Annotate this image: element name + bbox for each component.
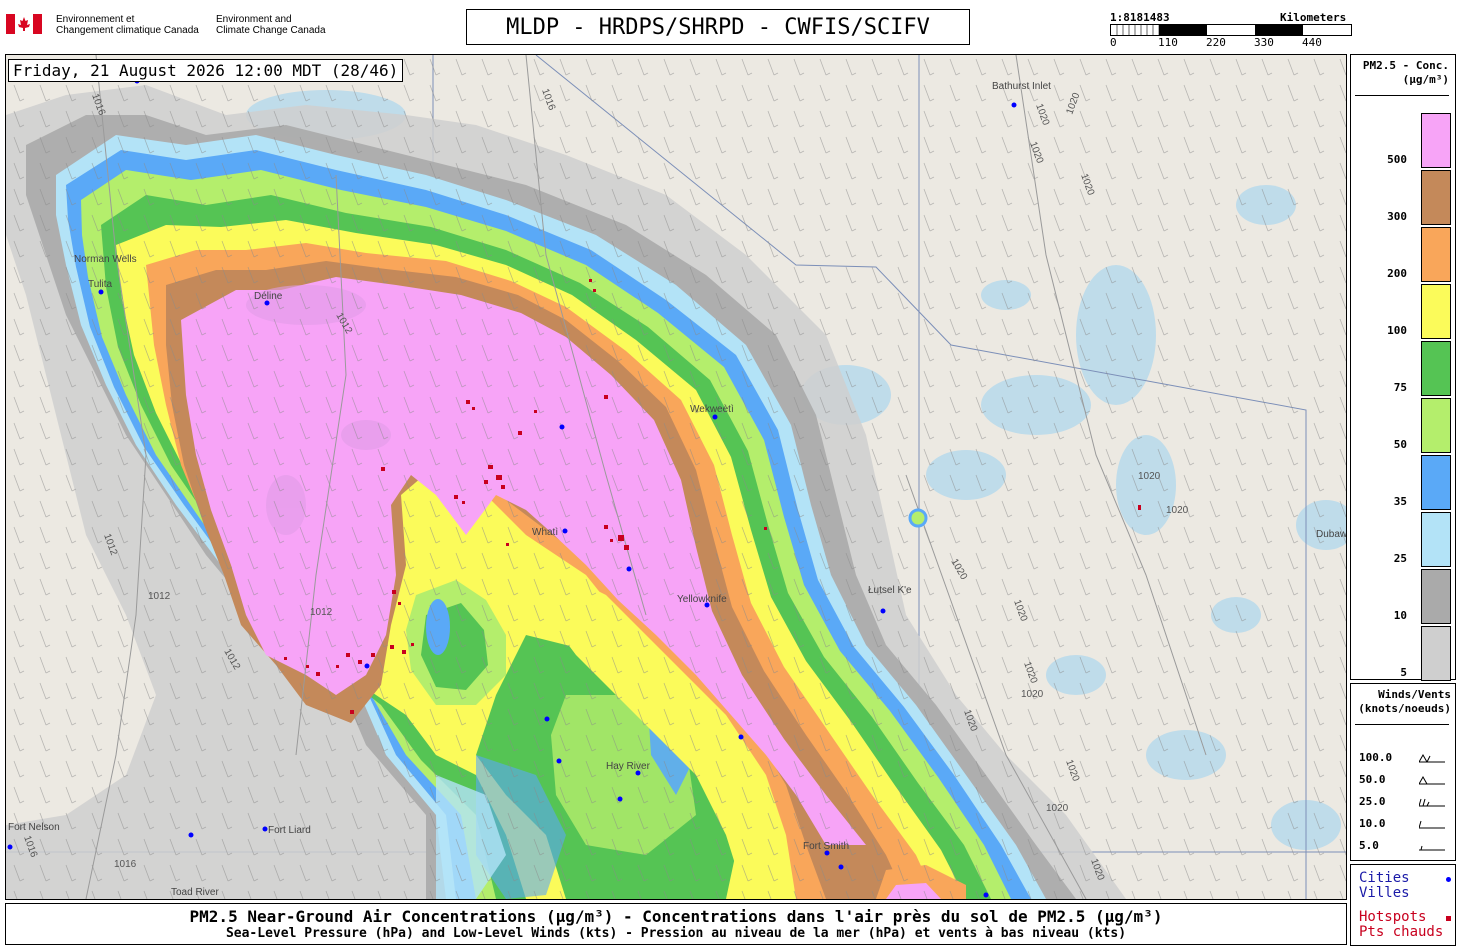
scale-ratio: 1:8181483	[1110, 11, 1170, 24]
legend-conc-title: PM2.5 - Conc. (µg/m³)	[1351, 59, 1449, 87]
wind-barb-icon	[1419, 820, 1445, 829]
scale-tick-330: 330	[1254, 36, 1274, 49]
legend-threshold-label: 10	[1393, 609, 1407, 622]
legend-color-swatch	[1421, 113, 1451, 168]
isobar-label: 1020	[1021, 689, 1044, 700]
legend-color-swatch	[1421, 569, 1451, 624]
legend-color-swatch	[1421, 512, 1451, 567]
org-fr-line2: Changement climatique Canada	[56, 25, 199, 36]
legend-threshold-label: 35	[1393, 495, 1407, 508]
wind-speed-label: 50.0	[1359, 773, 1386, 786]
place-label: Yellowknife	[677, 594, 727, 605]
legend-conc-title-line1: PM2.5 - Conc.	[1362, 59, 1449, 72]
wind-barb-icon	[1419, 798, 1445, 807]
legend-conc-title-line2: (µg/m³)	[1402, 73, 1449, 86]
legend-color-swatch	[1421, 284, 1451, 339]
isobar-label: 1020	[1046, 803, 1069, 814]
map-canvas[interactable]: 1016 1016 1016 1016 1012 1012 1012 1012 …	[6, 55, 1346, 899]
scale-tick-0: 0	[1110, 36, 1117, 49]
legend-color-swatch	[1421, 227, 1451, 282]
scale-bar	[1110, 24, 1352, 36]
isobar-label: 1012	[310, 607, 333, 618]
isobar-label: 1020	[1138, 471, 1161, 482]
cities-label-line2: Villes	[1359, 885, 1410, 901]
plume-ring	[908, 508, 928, 528]
place-label: Dubawnt Lake	[1316, 529, 1346, 540]
legend-threshold-label: 200	[1387, 267, 1407, 280]
legend-symbols: Cities Villes Hotspots Pts chauds	[1350, 864, 1456, 946]
legend-divider	[1355, 95, 1449, 96]
place-label: Norman Wells	[74, 254, 137, 265]
place-label: Łutsel K'e	[868, 585, 912, 596]
place-label: Déline	[254, 291, 283, 302]
forecast-datetime: Friday, 21 August 2026 12:00 MDT (28/46)	[8, 59, 404, 82]
legend-threshold-label: 500	[1387, 153, 1407, 166]
isobar-label: 1020	[1166, 505, 1189, 516]
wind-barb-icon	[1419, 754, 1445, 763]
canada-flag-logo	[6, 14, 42, 34]
legend-color-swatch	[1421, 398, 1451, 453]
map-panel[interactable]: 1016 1016 1016 1016 1012 1012 1012 1012 …	[5, 54, 1347, 900]
legend-threshold-label: 100	[1387, 324, 1407, 337]
place-label: Wekweètì	[690, 404, 734, 415]
hotspots-label: Hotspots Pts chauds	[1359, 910, 1443, 940]
place-label: Toad River	[171, 887, 219, 898]
main-title: MLDP - HRDPS/SHRPD - CWFIS/SCIFV	[466, 9, 970, 45]
legend-threshold-label: 50	[1393, 438, 1407, 451]
org-name-french: Environnement et Changement climatique C…	[56, 14, 199, 36]
wind-speed-label: 25.0	[1359, 795, 1386, 808]
scale-unit: Kilometers	[1280, 11, 1347, 24]
scale-tick-440: 440	[1302, 36, 1322, 49]
legend-color-swatch	[1421, 626, 1451, 681]
org-fr-line1: Environnement et	[56, 14, 135, 25]
wind-speed-label: 100.0	[1359, 751, 1393, 764]
legend-winds-title: Winds/Vents (knots/noeuds)	[1351, 688, 1451, 716]
isobar-label: 1016	[114, 859, 137, 870]
legend-winds-title-line1: Winds/Vents	[1378, 688, 1451, 701]
place-label: Fort Liard	[268, 825, 311, 836]
hotspots-label-line2: Pts chauds	[1359, 924, 1444, 940]
place-label: Fort Nelson	[8, 822, 60, 833]
legend-threshold-label: 300	[1387, 210, 1407, 223]
wind-speed-label: 10.0	[1359, 817, 1386, 830]
place-label: Bathurst Inlet	[992, 81, 1051, 92]
legend-threshold-label: 25	[1393, 552, 1407, 565]
hotspot-square-icon	[1446, 916, 1451, 921]
wind-speed-label: 5.0	[1359, 839, 1379, 852]
hotspots-label-line1: Hotspots	[1359, 909, 1427, 925]
wind-barb-icon	[1419, 776, 1445, 785]
caption-subtitle: Sea-Level Pressure (hPa) and Low-Level W…	[225, 926, 1127, 941]
org-en-line1: Environment and	[216, 14, 292, 25]
place-label: Fort Smith	[803, 841, 849, 852]
cities-label: Cities Villes	[1359, 871, 1410, 901]
place-label: Tulita	[88, 279, 113, 290]
legend-divider	[1355, 724, 1449, 725]
scale-tick-110: 110	[1158, 36, 1178, 49]
cities-label-line1: Cities	[1359, 870, 1410, 886]
legend-winds-title-line2: (knots/noeuds)	[1358, 702, 1451, 715]
caption-box: PM2.5 Near-Ground Air Concentrations (µg…	[5, 903, 1347, 945]
legend-threshold-label: 5	[1400, 666, 1407, 679]
legend-color-swatch	[1421, 170, 1451, 225]
legend-color-swatch	[1421, 341, 1451, 396]
org-en-line2: Climate Change Canada	[216, 25, 326, 36]
legend-concentration: PM2.5 - Conc. (µg/m³) 500 300 200 100 75 50 35…	[1350, 54, 1456, 681]
place-label: Whatì	[532, 527, 558, 538]
legend-winds: Winds/Vents (knots/noeuds) 100.0 50.0 25…	[1350, 683, 1456, 861]
legend-color-swatch	[1421, 455, 1451, 510]
place-label: Hay River	[606, 761, 651, 772]
city-dot-icon	[1446, 877, 1451, 882]
legend-threshold-label: 75	[1393, 381, 1407, 394]
wind-barb-icon	[1419, 845, 1445, 851]
org-name-english: Environment and Climate Change Canada	[216, 14, 326, 36]
scale-tick-220: 220	[1206, 36, 1226, 49]
isobar-label: 1012	[148, 591, 171, 602]
caption-title: PM2.5 Near-Ground Air Concentrations (µg…	[189, 907, 1163, 926]
